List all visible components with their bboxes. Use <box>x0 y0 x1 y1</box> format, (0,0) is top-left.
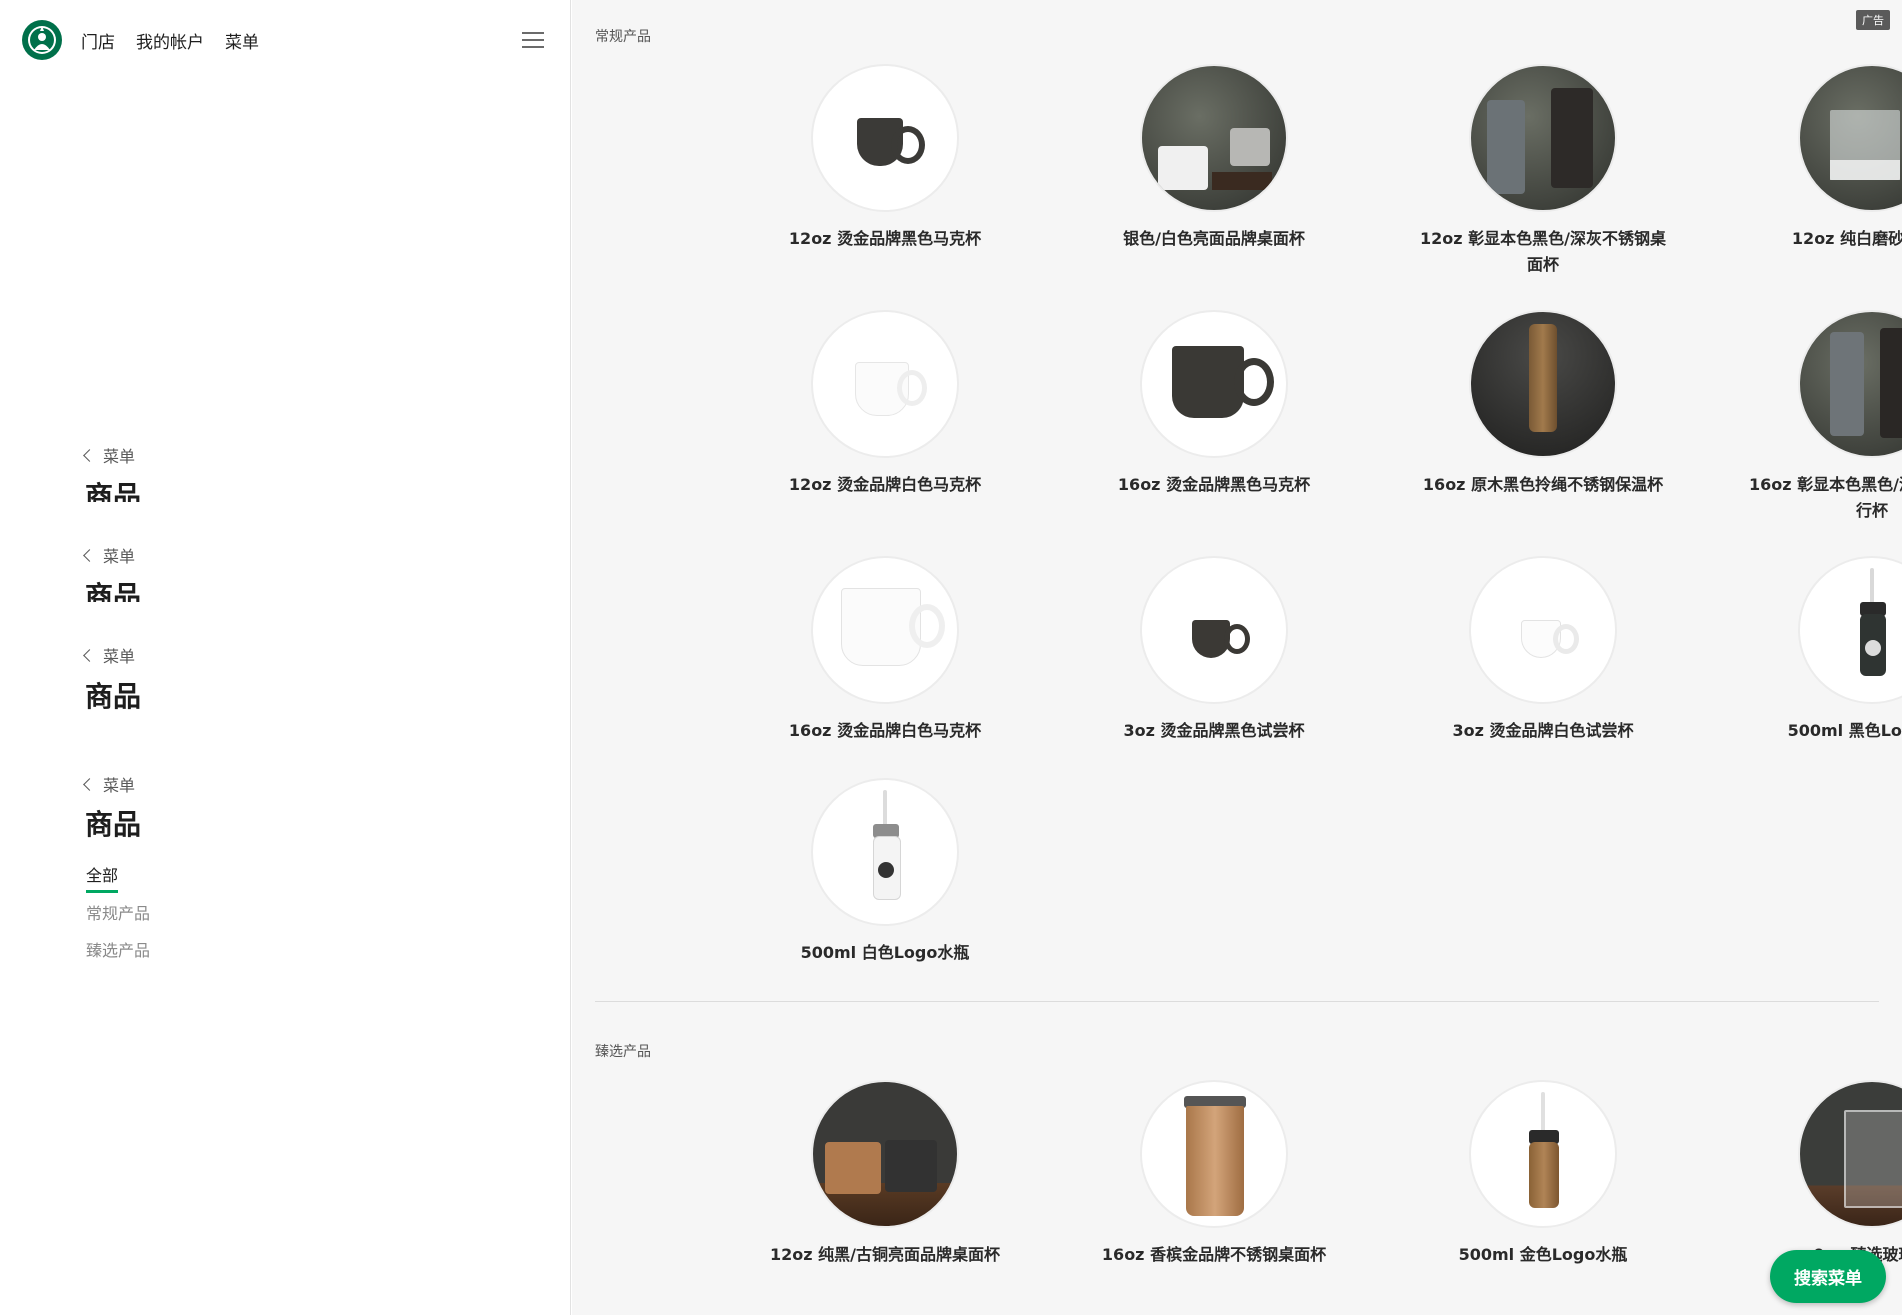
product-card[interactable]: 16oz 彰显本色黑色/深灰不锈钢随行杯 <box>1722 310 1902 524</box>
back-to-menu-link[interactable]: 菜单 <box>83 443 136 467</box>
product-card[interactable]: 12oz 纯黑/古铜亮面品牌桌面杯 <box>735 1080 1035 1268</box>
chevron-left-icon <box>83 648 96 662</box>
back-label: 菜单 <box>103 547 136 566</box>
product-image <box>1469 310 1617 458</box>
starbucks-logo[interactable] <box>22 20 62 60</box>
product-name: 500ml 金色Logo水瓶 <box>1458 1245 1628 1264</box>
filter-all[interactable]: 全部 <box>86 862 119 893</box>
product-name: 12oz 纯黑/古铜亮面品牌桌面杯 <box>770 1245 1000 1264</box>
product-card[interactable]: 16oz 烫金品牌黑色马克杯 <box>1064 310 1364 498</box>
product-image <box>1469 556 1617 704</box>
nav-link-stores[interactable]: 门店 <box>81 28 115 53</box>
product-card[interactable]: 16oz 原木黑色拎绳不锈钢保温杯 <box>1393 310 1693 498</box>
product-image <box>811 1080 959 1228</box>
product-card[interactable]: 500ml 白色Logo水瓶 <box>735 778 1035 966</box>
product-image <box>1798 310 1902 458</box>
product-name: 3oz 烫金品牌白色试尝杯 <box>1452 721 1634 740</box>
product-content: 广告 常规产品 12oz 烫金品牌黑色马克杯 银色/白色亮面品牌桌面杯 12oz… <box>572 0 1902 1315</box>
page-title-block: 商品 <box>85 808 141 844</box>
product-card[interactable]: 3oz 烫金品牌白色试尝杯 <box>1393 556 1693 744</box>
product-image <box>811 778 959 926</box>
product-image <box>1798 64 1902 212</box>
ad-badge: 广告 <box>1856 10 1890 30</box>
product-name: 16oz 原木黑色拎绳不锈钢保温杯 <box>1422 475 1664 494</box>
page-title: 商品 <box>85 580 142 602</box>
back-label: 菜单 <box>103 776 136 795</box>
product-name: 3oz 烫金品牌黑色试尝杯 <box>1123 721 1305 740</box>
product-card[interactable]: 3oz 烫金品牌黑色试尝杯 <box>1064 556 1364 744</box>
search-menu-button[interactable]: 搜索菜单 <box>1770 1250 1886 1303</box>
chevron-left-icon <box>83 548 96 562</box>
product-image <box>1798 1080 1902 1228</box>
product-card[interactable]: 12oz 纯白磨砂玻璃杯 <box>1722 64 1902 252</box>
product-image <box>1140 64 1288 212</box>
section-divider <box>595 1001 1879 1002</box>
product-image <box>1140 1080 1288 1228</box>
product-name: 16oz 烫金品牌黑色马克杯 <box>1117 475 1311 494</box>
back-to-menu-link[interactable]: 菜单 <box>83 772 136 796</box>
page-title-clipped: 商品 <box>85 580 141 602</box>
product-image <box>1798 556 1902 704</box>
product-card[interactable]: 500ml 金色Logo水瓶 <box>1393 1080 1693 1268</box>
product-image <box>1140 556 1288 704</box>
product-name: 银色/白色亮面品牌桌面杯 <box>1123 229 1305 248</box>
product-card[interactable]: 16oz 烫金品牌白色马克杯 <box>735 556 1035 744</box>
product-name: 12oz 烫金品牌黑色马克杯 <box>788 229 982 248</box>
product-name: 500ml 黑色Logo水瓶 <box>1787 721 1902 740</box>
nav-link-account[interactable]: 我的帐户 <box>136 28 204 53</box>
back-to-menu-link[interactable]: 菜单 <box>83 643 136 667</box>
product-image <box>1469 1080 1617 1228</box>
product-card[interactable]: 12oz 烫金品牌黑色马克杯 <box>735 64 1035 252</box>
hamburger-menu-icon[interactable] <box>522 32 544 48</box>
product-image <box>811 556 959 704</box>
product-card[interactable]: 银色/白色亮面品牌桌面杯 <box>1064 64 1364 252</box>
top-navigation: 门店 我的帐户 菜单 <box>0 0 571 84</box>
product-name: 16oz 彰显本色黑色/深灰不锈钢随行杯 <box>1749 475 1902 520</box>
chevron-left-icon <box>83 777 96 791</box>
product-image <box>1469 64 1617 212</box>
product-name: 12oz 纯白磨砂玻璃杯 <box>1791 229 1902 248</box>
nav-link-menu[interactable]: 菜单 <box>225 28 259 53</box>
product-card[interactable]: 9oz 臻选玻璃杯 <box>1722 1080 1902 1268</box>
product-name: 12oz 烫金品牌白色马克杯 <box>788 475 982 494</box>
back-label: 菜单 <box>103 647 136 666</box>
product-card[interactable]: 500ml 黑色Logo水瓶 <box>1722 556 1902 744</box>
page-title: 商品 <box>85 808 142 841</box>
back-label: 菜单 <box>103 447 136 466</box>
product-name: 12oz 彰显本色黑色/深灰不锈钢桌面杯 <box>1420 229 1666 274</box>
product-image <box>1140 310 1288 458</box>
filter-regular[interactable]: 常规产品 <box>86 900 150 924</box>
section-label-regular: 常规产品 <box>595 29 651 45</box>
page-title: 商品 <box>85 680 142 713</box>
product-name: 16oz 香槟金品牌不锈钢桌面杯 <box>1101 1245 1327 1264</box>
product-name: 16oz 烫金品牌白色马克杯 <box>788 721 982 740</box>
product-card[interactable]: 16oz 香槟金品牌不锈钢桌面杯 <box>1064 1080 1364 1268</box>
page-title-clipped: 商品 <box>85 480 141 502</box>
page-title-block: 商品 <box>85 680 141 716</box>
product-card[interactable]: 12oz 烫金品牌白色马克杯 <box>735 310 1035 498</box>
section-label-reserve: 臻选产品 <box>595 1044 651 1060</box>
filter-reserve[interactable]: 臻选产品 <box>86 937 150 961</box>
product-card[interactable]: 12oz 彰显本色黑色/深灰不锈钢桌面杯 <box>1393 64 1693 278</box>
back-to-menu-link[interactable]: 菜单 <box>83 543 136 567</box>
product-name: 500ml 白色Logo水瓶 <box>800 943 970 962</box>
chevron-left-icon <box>83 448 96 462</box>
page-title: 商品 <box>85 480 142 502</box>
sidebar: 门店 我的帐户 菜单 菜单 商品 菜单 商品 菜单 商品 菜单 商品 全部 常规… <box>0 0 571 1315</box>
product-image <box>811 310 959 458</box>
product-image <box>811 64 959 212</box>
